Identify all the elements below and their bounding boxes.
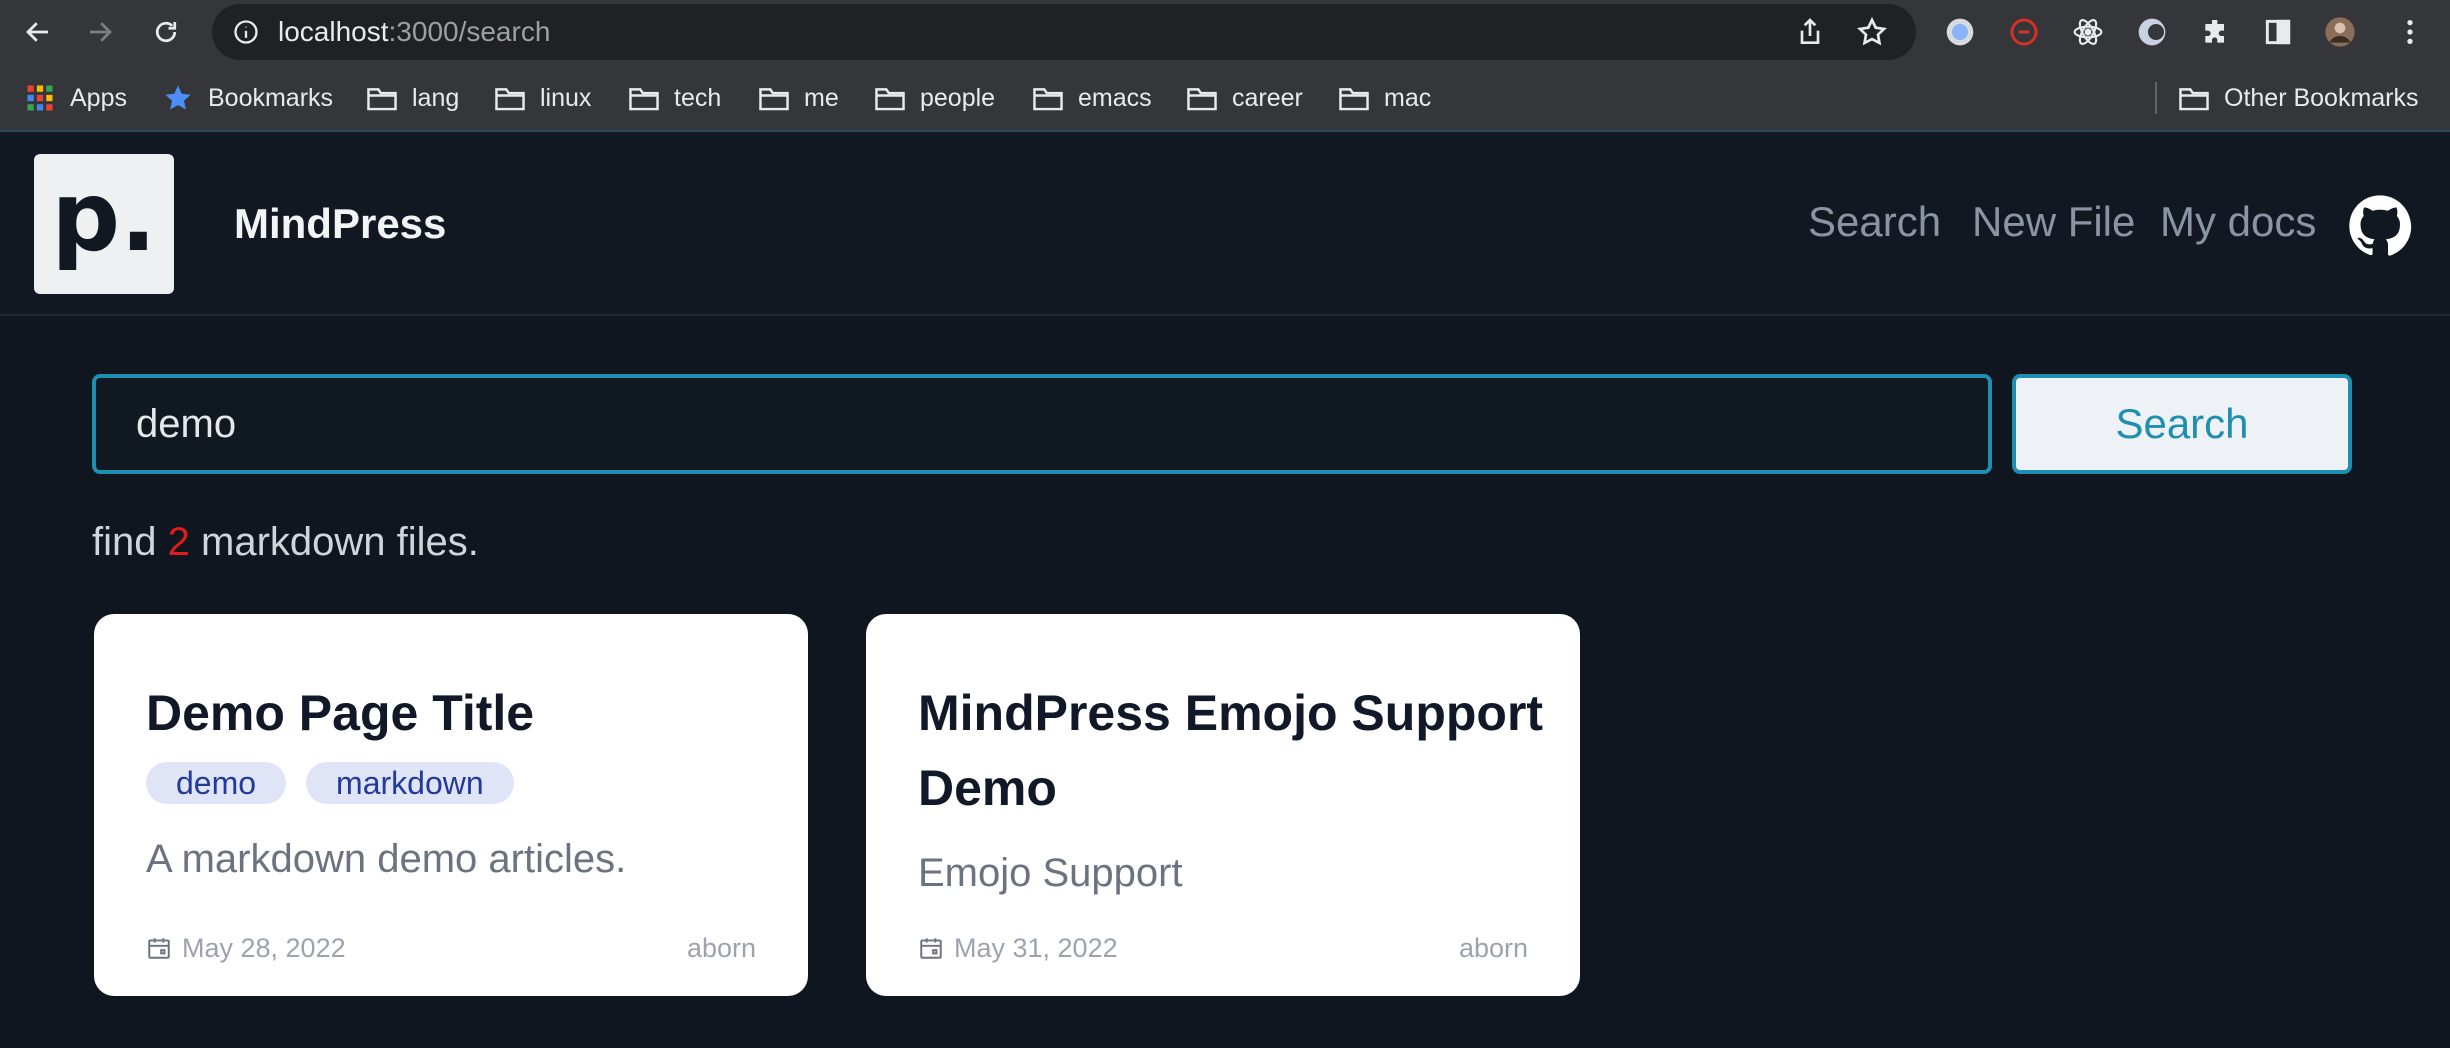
- card-tags: demo markdown: [146, 762, 514, 804]
- bookmarks-divider: [2155, 82, 2157, 114]
- search-button[interactable]: Search: [2012, 374, 2352, 474]
- card-description: A markdown demo articles.: [146, 837, 627, 881]
- card-author: aborn: [686, 932, 756, 963]
- address-bar[interactable]: localhost:3000/search: [212, 4, 1916, 60]
- bookmark-label: tech: [674, 83, 722, 112]
- result-suffix: markdown files.: [201, 520, 479, 564]
- nav-new-file-link[interactable]: New File: [1972, 198, 2135, 246]
- bookmark-folder-lang[interactable]: lang: [366, 78, 459, 118]
- bookmark-label: Other Bookmarks: [2224, 83, 2419, 112]
- bookmark-folder-career[interactable]: career: [1186, 78, 1303, 118]
- logo[interactable]: p.: [34, 154, 174, 294]
- tag[interactable]: demo: [146, 762, 287, 804]
- nav-search-link[interactable]: Search: [1808, 198, 1941, 246]
- arrow-left-icon: [26, 22, 48, 42]
- reload-icon: [155, 21, 177, 43]
- browser-toolbar: localhost:3000/search: [0, 0, 2450, 64]
- logo-text: p.: [51, 161, 157, 273]
- card-description: Emojo Support: [918, 851, 1183, 895]
- card-date: May 31, 2022: [918, 933, 1118, 964]
- bookmark-folder-me[interactable]: me: [758, 78, 839, 118]
- folder-icon: [495, 88, 525, 111]
- bookmark-other-bookmarks[interactable]: Other Bookmarks: [2178, 78, 2419, 118]
- side-panel-icon[interactable]: [2258, 12, 2298, 52]
- app-header: p. MindPress Search New File My docs: [0, 132, 2450, 316]
- card-date-text: May 31, 2022: [954, 932, 1118, 963]
- folder-icon: [367, 88, 397, 111]
- bookmark-label: Bookmarks: [208, 83, 334, 112]
- bookmark-label: career: [1232, 83, 1303, 112]
- result-prefix: find: [92, 520, 157, 564]
- puzzle-icon[interactable]: [2196, 12, 2236, 52]
- forward-button[interactable]: [80, 12, 120, 52]
- apps-grid-icon: [27, 85, 53, 111]
- bookmark-star-icon[interactable]: [1856, 16, 1888, 48]
- result-count: 2: [167, 520, 190, 564]
- folder-icon: [875, 88, 905, 111]
- bookmark-label: Apps: [70, 83, 127, 112]
- bookmark-folder-people[interactable]: people: [874, 78, 995, 118]
- bookmarks-bar: Apps Bookmarks lang linux tech me people…: [0, 64, 2450, 132]
- bookmark-folder-linux[interactable]: linux: [494, 78, 591, 118]
- reload-button[interactable]: [146, 12, 186, 52]
- github-icon[interactable]: [2348, 194, 2412, 258]
- menu-kebab-icon[interactable]: [2390, 12, 2430, 52]
- bookmark-folder-mac[interactable]: mac: [1338, 78, 1431, 118]
- bookmark-apps[interactable]: Apps: [24, 78, 127, 118]
- card-date-text: May 28, 2022: [182, 932, 346, 963]
- back-button[interactable]: [18, 12, 58, 52]
- folder-icon: [1339, 88, 1369, 111]
- star-icon: [165, 85, 191, 110]
- brand-name[interactable]: MindPress: [234, 200, 446, 248]
- bookmark-bookmarks[interactable]: Bookmarks: [162, 78, 333, 118]
- card-date: May 28, 2022: [146, 933, 346, 964]
- tag[interactable]: markdown: [306, 762, 514, 804]
- react-devtools-icon[interactable]: [2068, 12, 2108, 52]
- extension-stop-icon[interactable]: [2004, 12, 2044, 52]
- search-input[interactable]: [92, 374, 1992, 474]
- card-title[interactable]: MindPress Emojo Support Demo: [918, 676, 1548, 826]
- info-icon[interactable]: [232, 18, 260, 46]
- extension-circle-icon[interactable]: [1940, 12, 1980, 52]
- extension-moon-icon[interactable]: [2132, 12, 2172, 52]
- calendar-icon: [148, 938, 170, 959]
- profile-avatar-icon[interactable]: [2320, 12, 2360, 52]
- result-card[interactable]: MindPress Emojo Support Demo Emojo Suppo…: [866, 614, 1580, 996]
- bookmark-label: mac: [1384, 83, 1432, 112]
- result-card[interactable]: Demo Page Title demo markdown A markdown…: [94, 614, 808, 996]
- share-icon[interactable]: [1794, 16, 1826, 48]
- bookmark-label: me: [804, 83, 839, 112]
- bookmark-folder-tech[interactable]: tech: [628, 78, 721, 118]
- bookmark-label: lang: [412, 83, 460, 112]
- bookmark-label: people: [920, 83, 996, 112]
- card-footer: May 28, 2022 aborn: [146, 930, 756, 966]
- result-summary: find 2 markdown files.: [92, 520, 479, 565]
- bookmark-label: emacs: [1078, 83, 1152, 112]
- folder-icon: [2179, 88, 2209, 111]
- nav-my-docs-link[interactable]: My docs: [2160, 198, 2316, 246]
- folder-icon: [1033, 88, 1063, 111]
- folder-icon: [759, 88, 789, 111]
- bookmark-folder-emacs[interactable]: emacs: [1032, 78, 1152, 118]
- card-author: aborn: [1458, 932, 1528, 963]
- card-title[interactable]: Demo Page Title: [146, 676, 776, 751]
- folder-icon: [1187, 88, 1217, 111]
- calendar-icon: [920, 938, 942, 959]
- bookmark-label: linux: [540, 83, 592, 112]
- arrow-right-icon: [90, 22, 112, 42]
- folder-icon: [629, 88, 659, 111]
- card-footer: May 31, 2022 aborn: [918, 930, 1528, 966]
- url-text[interactable]: localhost:3000/search: [278, 18, 550, 46]
